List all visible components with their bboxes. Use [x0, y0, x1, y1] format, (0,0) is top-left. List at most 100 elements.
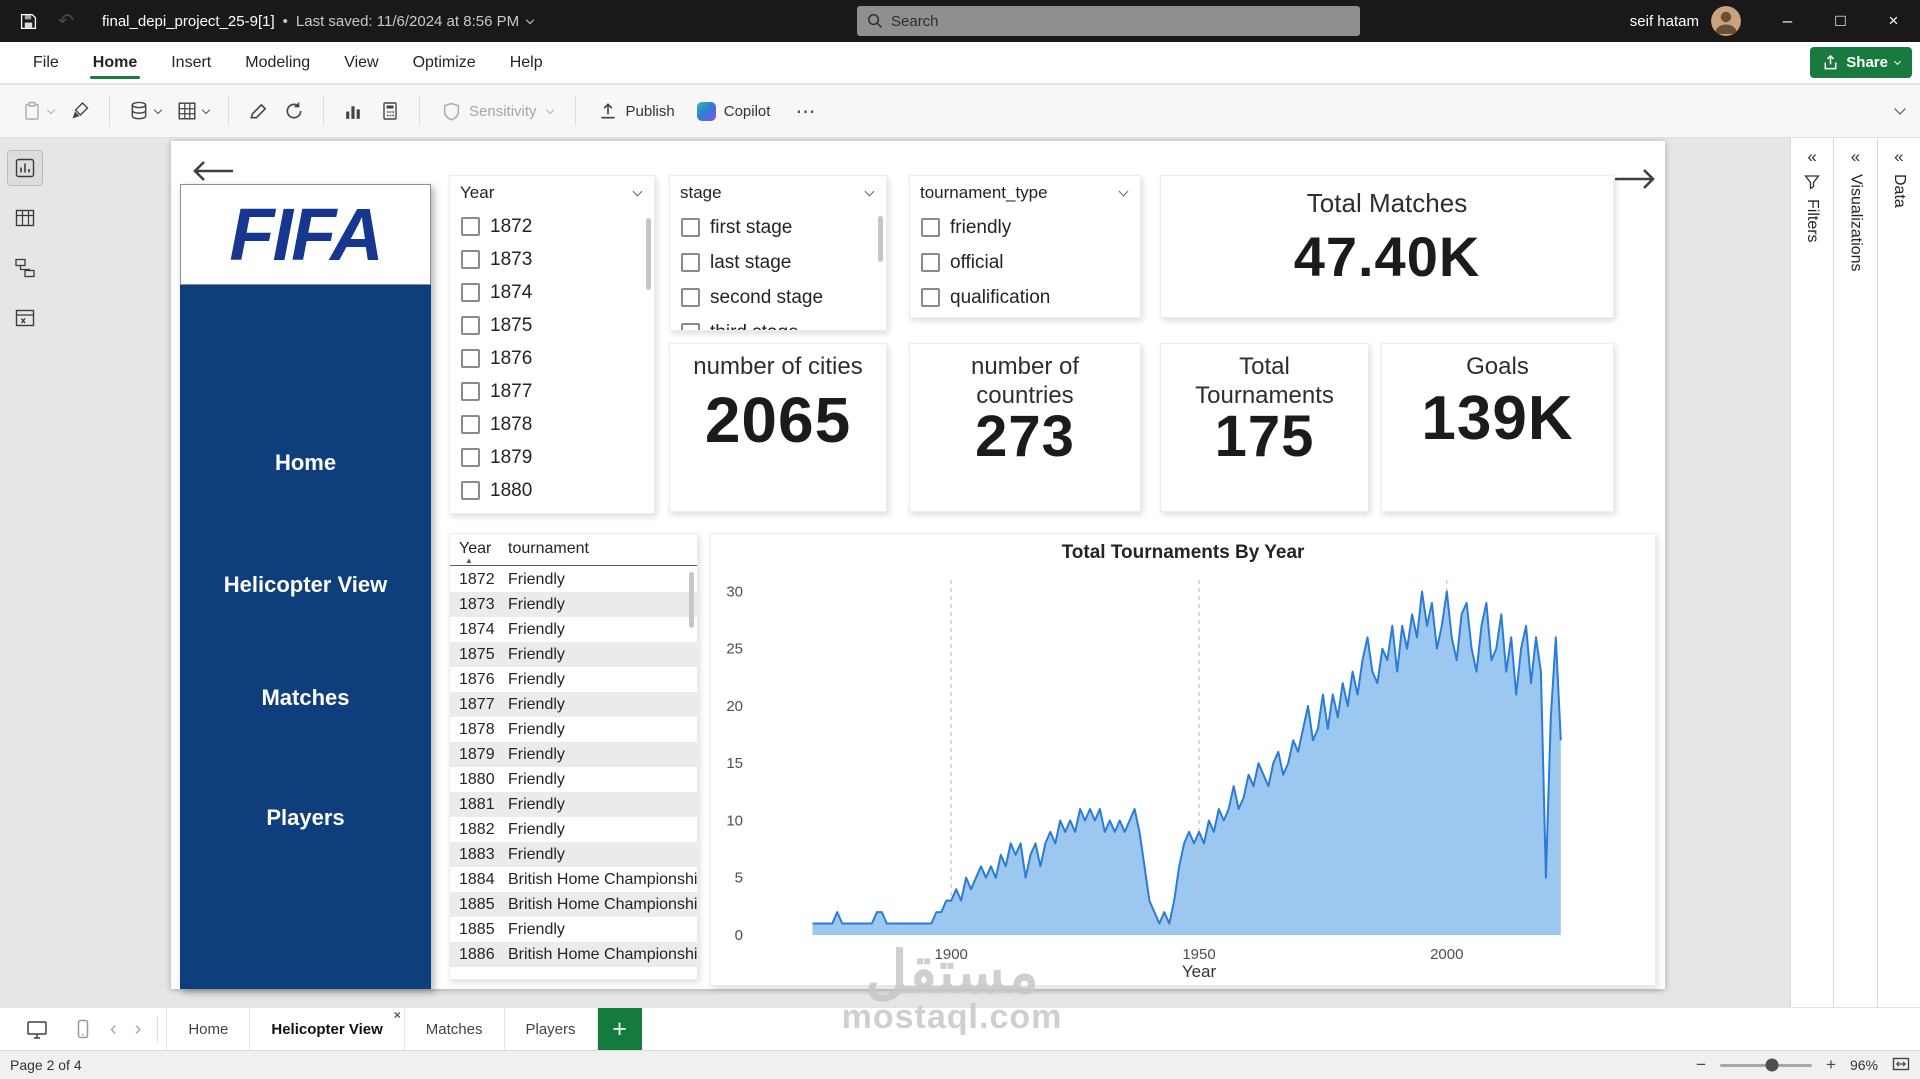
scrollbar[interactable]	[646, 218, 651, 290]
slicer-option[interactable]: 1873	[450, 243, 654, 276]
checkbox-icon[interactable]	[461, 481, 480, 500]
checkbox-icon[interactable]	[461, 250, 480, 269]
nav-button[interactable]: Home	[180, 450, 431, 476]
publish-button[interactable]: Publish	[589, 95, 684, 127]
copilot-button[interactable]: Copilot	[688, 96, 780, 127]
zoom-slider-handle[interactable]	[1765, 1058, 1779, 1072]
menu-item[interactable]: Home	[76, 42, 154, 83]
table-row[interactable]: 1877 Friendly	[450, 692, 697, 717]
expand-visualizations-chevron-icon[interactable]: «	[1851, 148, 1860, 165]
card-total-tournaments[interactable]: Total Tournaments 175	[1160, 343, 1369, 512]
search-input[interactable]	[891, 12, 1350, 30]
add-page-button[interactable]: +	[597, 1007, 642, 1051]
prev-page-chevron-icon[interactable]: ‹	[110, 1018, 117, 1041]
slicer-dropdown-chevron-icon[interactable]	[864, 186, 875, 197]
page-tab[interactable]: Home ×	[166, 1008, 251, 1050]
scrollbar[interactable]	[689, 572, 694, 628]
checkbox-icon[interactable]	[681, 288, 700, 307]
slicer-dropdown-chevron-icon[interactable]	[1118, 186, 1129, 197]
slicer-option[interactable]: friendly	[910, 210, 1140, 245]
more-options-button[interactable]: ⋯	[783, 99, 827, 124]
checkbox-icon[interactable]	[461, 283, 480, 302]
table-row[interactable]: 1882 Friendly	[450, 817, 697, 842]
menu-item[interactable]: Help	[493, 42, 560, 83]
checkbox-icon[interactable]	[461, 415, 480, 434]
menu-item[interactable]: Insert	[154, 42, 228, 83]
table-row[interactable]: 1885 Friendly	[450, 917, 697, 942]
expand-data-chevron-icon[interactable]: «	[1894, 148, 1903, 165]
dax-query-view-button[interactable]	[7, 300, 43, 336]
slicer-option[interactable]: third stage	[670, 315, 886, 330]
menu-item[interactable]: File	[16, 42, 76, 83]
user-name[interactable]: seif hatam	[1630, 13, 1699, 30]
area-chart-plot[interactable]: 1900 1950 2000 0 5 10 15 20 25 30 Year	[711, 570, 1657, 985]
table-view-button[interactable]	[7, 200, 43, 236]
slicer-option[interactable]: 1874	[450, 276, 654, 309]
fit-to-page-button[interactable]	[1892, 1056, 1910, 1075]
menu-item[interactable]: View	[327, 42, 395, 83]
undo-icon[interactable]: ↶	[52, 7, 80, 35]
filters-pane-collapsed[interactable]: « Filters	[1790, 138, 1834, 1007]
scrollbar[interactable]	[878, 216, 883, 262]
nav-button[interactable]: Matches	[180, 685, 431, 711]
slicer-option[interactable]: qualification	[910, 280, 1140, 315]
menu-item[interactable]: Modeling	[228, 42, 327, 83]
calculator-button[interactable]	[374, 95, 406, 127]
zoom-slider[interactable]	[1720, 1058, 1813, 1072]
card-number-of-countries[interactable]: number of countries 273	[909, 343, 1141, 512]
refresh-button[interactable]	[278, 95, 310, 127]
new-visual-button[interactable]	[337, 95, 370, 128]
visualizations-pane-collapsed[interactable]: « Visualizations	[1833, 138, 1877, 1007]
report-view-button[interactable]	[6, 150, 43, 186]
format-painter-button[interactable]	[64, 95, 96, 127]
tournaments-area-chart[interactable]: Total Tournaments By Year 1900 1950 2000 0 5…	[710, 533, 1656, 986]
share-button[interactable]: Share	[1810, 47, 1912, 78]
menu-item[interactable]: Optimize	[396, 42, 493, 83]
data-pane-collapsed[interactable]: « Data	[1876, 138, 1920, 1007]
maximize-button[interactable]: □	[1814, 0, 1867, 42]
table-row[interactable]: 1874 Friendly	[450, 617, 697, 642]
slicer-option[interactable]: last stage	[670, 245, 886, 280]
page-tab[interactable]: Helicopter View ×	[250, 1008, 405, 1050]
document-title[interactable]: final_depi_project_25-9[1] • Last saved:…	[102, 13, 535, 30]
mobile-view-button[interactable]	[74, 1019, 92, 1039]
table-row[interactable]: 1876 Friendly	[450, 667, 697, 692]
zoom-in-button[interactable]: +	[1826, 1055, 1836, 1075]
card-number-of-cities[interactable]: number of cities 2065	[669, 343, 887, 512]
page-nav-right-arrow[interactable]	[1613, 167, 1657, 196]
checkbox-icon[interactable]	[681, 253, 700, 272]
slicer-option[interactable]: first stage	[670, 210, 886, 245]
next-page-chevron-icon[interactable]: ›	[135, 1018, 142, 1041]
table-row[interactable]: 1886 British Home Championship	[450, 942, 697, 967]
checkbox-icon[interactable]	[681, 218, 700, 237]
sensitivity-button[interactable]: Sensitivity	[433, 96, 562, 127]
expand-filters-chevron-icon[interactable]: «	[1807, 148, 1816, 165]
table-row[interactable]: 1884 British Home Championship	[450, 867, 697, 892]
slicer-option[interactable]: official	[910, 245, 1140, 280]
card-total-matches[interactable]: Total Matches 47.40K	[1160, 175, 1614, 318]
model-view-button[interactable]	[7, 250, 43, 286]
card-goals[interactable]: Goals 139K	[1381, 343, 1614, 512]
table-row[interactable]: 1879 Friendly	[450, 742, 697, 767]
minimize-button[interactable]: –	[1761, 0, 1814, 42]
slicer-option[interactable]: 1876	[450, 342, 654, 375]
transform-data-button[interactable]	[171, 95, 215, 127]
table-row[interactable]: 1873 Friendly	[450, 592, 697, 617]
checkbox-icon[interactable]	[681, 323, 700, 330]
search-box[interactable]	[857, 6, 1360, 36]
slicer-option[interactable]: 1879	[450, 441, 654, 474]
page-tab[interactable]: Matches ×	[404, 1008, 505, 1050]
user-avatar[interactable]	[1711, 6, 1741, 36]
desktop-view-button[interactable]	[26, 1019, 48, 1040]
title-dropdown-chevron-icon[interactable]	[525, 15, 535, 24]
table-row[interactable]: 1880 Friendly	[450, 767, 697, 792]
table-row[interactable]: 1881 Friendly	[450, 792, 697, 817]
table-header[interactable]: Year ▲ tournament	[450, 534, 697, 566]
table-row[interactable]: 1872 Friendly	[450, 567, 697, 592]
checkbox-icon[interactable]	[461, 349, 480, 368]
table-row[interactable]: 1878 Friendly	[450, 717, 697, 742]
slicer-dropdown-chevron-icon[interactable]	[632, 186, 643, 197]
checkbox-icon[interactable]	[461, 382, 480, 401]
checkbox-icon[interactable]	[921, 253, 940, 272]
slicer-option[interactable]: 1872	[450, 210, 654, 243]
